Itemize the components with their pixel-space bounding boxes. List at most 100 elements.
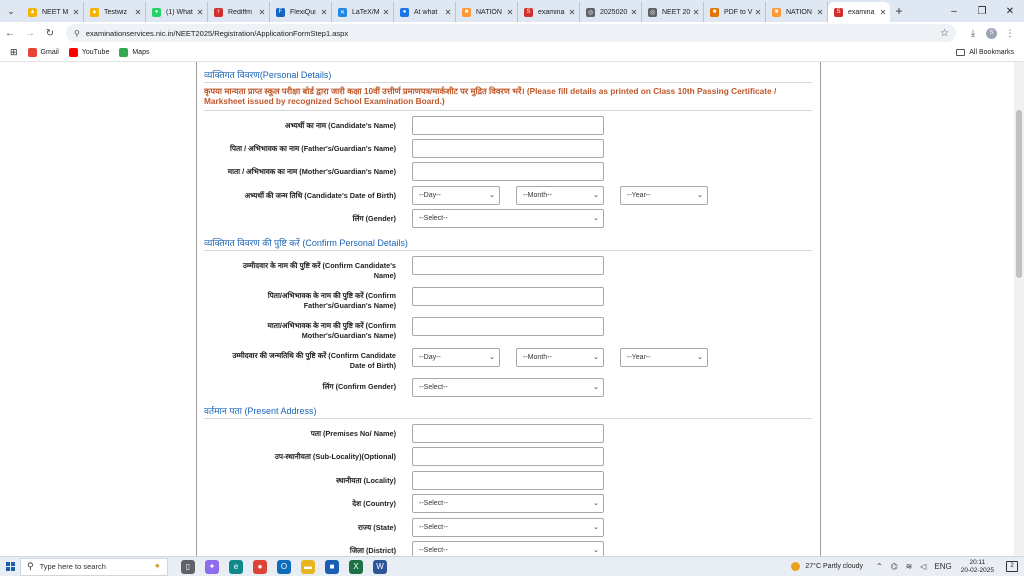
file-explorer-icon[interactable]: ▬ [301,559,315,574]
confirm-name-input[interactable] [412,256,604,275]
tab-close-icon[interactable]: ✕ [133,8,143,17]
browser-tab[interactable]: ◎ NEET 20 ✕ [642,2,704,22]
browser-tab[interactable]: ▲ Testwiz ✕ [84,2,146,22]
task-view-icon[interactable]: ▯ [181,559,195,574]
back-icon[interactable]: ← [0,28,20,39]
tab-close-icon[interactable]: ✕ [505,8,515,17]
dob-month-select[interactable]: --Month-- ⌄ [516,186,604,205]
browser-tab[interactable]: ■ NATION ✕ [456,2,518,22]
tab-close-icon[interactable]: ✕ [629,8,639,17]
address-bar[interactable]: ⚲ examinationservices.nic.in/NEET2025/Re… [66,24,956,42]
country-select[interactable]: --Select-- ⌄ [412,494,604,513]
forward-icon[interactable]: → [20,28,40,39]
tab-close-icon[interactable]: ✕ [71,8,81,17]
tab-close-icon[interactable]: ✕ [257,8,267,17]
bookmark-label: YouTube [81,49,110,56]
weather-widget[interactable]: 27°C Partly cloudy [791,562,863,571]
gender-select[interactable]: --Select-- ⌄ [412,209,604,228]
confirm-name-label-line2: Name) [373,271,396,280]
tab-title: Testwiz [104,8,127,16]
copilot-icon[interactable]: ✦ [205,559,219,574]
bookmark-item[interactable]: Maps [119,48,149,57]
browser-tab[interactable]: ■ PDF to V ✕ [704,2,766,22]
clock[interactable]: 20:11 20-02-2025 [961,559,994,575]
outlook-icon[interactable]: O [277,559,291,574]
new-tab-button[interactable]: + [890,4,908,18]
page-scrollbar[interactable] [1014,62,1024,556]
confirm-dob-month-select[interactable]: --Month-- ⌄ [516,348,604,367]
close-window-icon[interactable]: ✕ [996,6,1024,17]
chevron-up-icon[interactable]: ⌃ [876,562,883,571]
candidate-name-input[interactable] [412,116,604,135]
site-info-icon[interactable]: ⚲ [74,29,80,38]
tab-close-icon[interactable]: ✕ [319,8,329,17]
browser-tab[interactable]: ◎ 2025020 ✕ [580,2,642,22]
tab-close-icon[interactable]: ✕ [443,8,453,17]
locality-input[interactable] [412,471,604,490]
tab-close-icon[interactable]: ✕ [381,8,391,17]
notification-icon[interactable]: 2 [1006,561,1018,572]
all-bookmarks-button[interactable]: All Bookmarks [956,49,1014,56]
tab-search-icon[interactable]: ⌄ [0,0,22,22]
minimize-icon[interactable]: – [940,6,968,17]
network-icon[interactable]: ⌬ [891,562,898,571]
chevron-down-icon: ⌄ [697,354,703,361]
instruction-hi: कृपया मान्यता प्राप्त स्कूल परीक्षा बोर्… [204,86,525,96]
confirm-father-input[interactable] [412,287,604,306]
word-icon[interactable]: W [373,559,387,574]
state-select[interactable]: --Select-- ⌄ [412,518,604,537]
restore-icon[interactable]: ❐ [968,6,996,17]
weather-icon [791,562,801,571]
url-text[interactable]: examinationservices.nic.in/NEET2025/Regi… [86,29,940,38]
tab-close-icon[interactable]: ✕ [691,8,701,17]
present-address-heading: वर्तमान पता (Present Address) [204,404,316,417]
confirm-dob-year-select[interactable]: --Year-- ⌄ [620,348,708,367]
profile-avatar[interactable]: S [986,27,997,39]
bookmark-item[interactable]: Gmail [27,48,59,57]
browser-tab[interactable]: ● At what ✕ [394,2,456,22]
reload-icon[interactable]: ↻ [40,28,60,39]
browser-tab[interactable]: F FlexiQui ✕ [270,2,332,22]
language-indicator[interactable]: ENG [934,562,951,571]
taskbar-search-box[interactable]: ⚲ Type here to search ✦ [20,557,168,576]
confirm-mother-input[interactable] [412,317,604,336]
tab-title: examina [538,8,565,16]
confirm-dob-year-value: --Year-- [627,354,651,361]
browser-tab[interactable]: ■ NATION ✕ [766,2,828,22]
confirm-dob-day-select[interactable]: --Day-- ⌄ [412,348,500,367]
browser-tab[interactable]: ✕ LaTeX/M ✕ [332,2,394,22]
chrome-icon[interactable]: ● [253,559,267,574]
browser-tab[interactable]: r Rediffm ✕ [208,2,270,22]
apps-grid-icon[interactable]: ⊞ [10,47,18,58]
tab-close-icon[interactable]: ✕ [567,8,577,17]
store-icon[interactable]: ■ [325,559,339,574]
tab-close-icon[interactable]: ✕ [195,8,205,17]
browser-tab[interactable]: Sexamina ✕ [828,2,890,22]
tab-close-icon[interactable]: ✕ [753,8,763,17]
search-icon: ⚲ [27,561,34,571]
premises-input[interactable] [412,424,604,443]
download-icon[interactable]: ⤓ [964,28,982,39]
menu-icon[interactable]: ⋮ [1001,28,1019,39]
father-name-input[interactable] [412,139,604,158]
browser-tab[interactable]: ▲ NEET M ✕ [22,2,84,22]
volume-icon[interactable]: ◁ [920,562,926,571]
browser-tab[interactable]: ● (1) What ✕ [146,2,208,22]
dob-year-select[interactable]: --Year-- ⌄ [620,186,708,205]
bookmark-item[interactable]: YouTube [68,48,110,57]
district-select[interactable]: --Select-- ⌄ [412,541,604,556]
mother-name-input[interactable] [412,162,604,181]
browser-tab[interactable]: Sexamina ✕ [518,2,580,22]
windows-start-icon[interactable] [0,557,20,577]
dob-day-select[interactable]: --Day-- ⌄ [412,186,500,205]
tab-close-icon[interactable]: ✕ [815,8,825,17]
sub-locality-input[interactable] [412,447,604,466]
bookmark-star-icon[interactable]: ☆ [940,28,956,39]
edge-icon[interactable]: e [229,559,243,574]
tab-close-icon[interactable]: ✕ [878,8,888,17]
toolbar-right: ⤓ S ⋮ [964,27,1019,39]
excel-icon[interactable]: X [349,559,363,574]
wifi-icon[interactable]: ≋ [906,562,913,571]
confirm-gender-select[interactable]: --Select-- ⌄ [412,378,604,397]
scrollbar-thumb[interactable] [1016,110,1022,278]
